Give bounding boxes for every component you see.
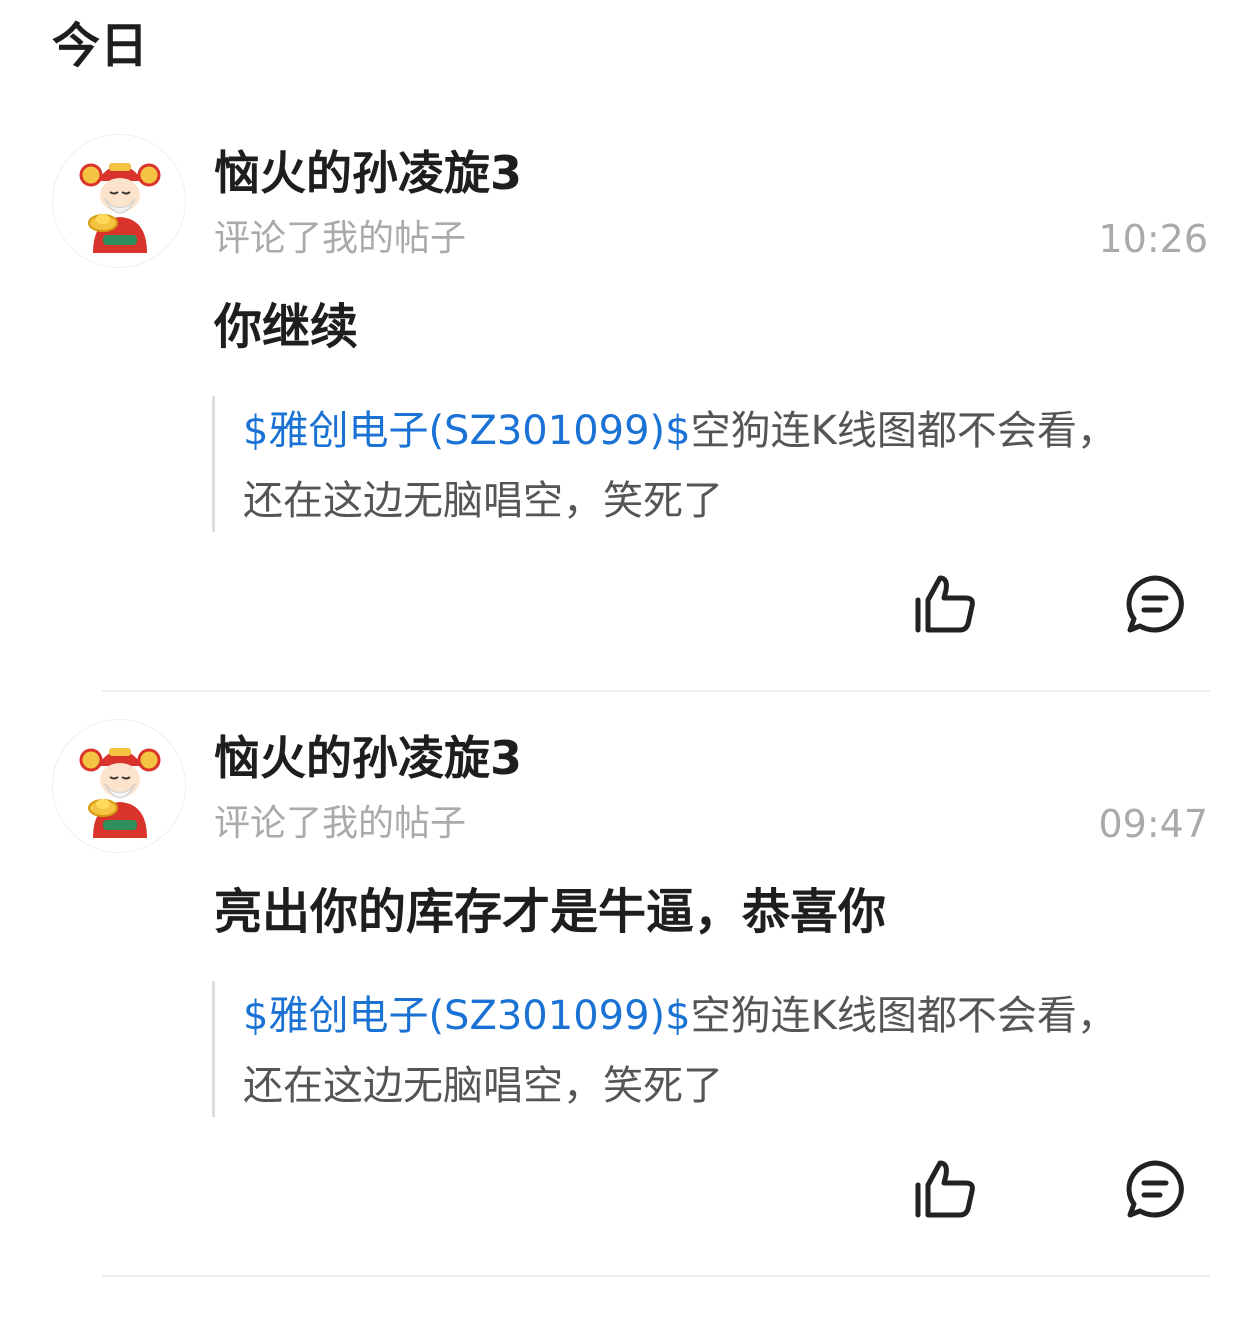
- comment-bubble-icon: [1126, 1160, 1184, 1218]
- notification-item: 恼火的孙凌旋3 评论了我的帖子 09:47 亮出你的库存才是牛逼，恭喜你 $雅创…: [0, 705, 1260, 1291]
- divider: [102, 690, 1210, 692]
- like-button[interactable]: [908, 1157, 980, 1221]
- quoted-post[interactable]: $雅创电子(SZ301099)$空狗连K线图都不会看，还在这边无脑唱空，笑死了: [212, 981, 1156, 1117]
- section-title: 今日: [52, 18, 149, 74]
- thumbs-up-icon: [915, 575, 975, 633]
- user-name[interactable]: 恼火的孙凌旋3: [214, 142, 522, 204]
- notification-item: 恼火的孙凌旋3 评论了我的帖子 10:26 你继续 $雅创电子(SZ301099…: [0, 120, 1260, 706]
- comment-text[interactable]: 你继续: [214, 294, 358, 360]
- divider: [102, 1275, 1210, 1277]
- like-button[interactable]: [908, 572, 980, 636]
- stock-tag-link[interactable]: $雅创电子(SZ301099)$: [243, 993, 691, 1039]
- comment-bubble-icon: [1126, 575, 1184, 633]
- thumbs-up-icon: [915, 1160, 975, 1218]
- god-of-wealth-avatar-icon: [53, 135, 185, 267]
- timestamp: 10:26: [1098, 217, 1208, 261]
- timestamp: 09:47: [1098, 802, 1208, 846]
- avatar[interactable]: [52, 719, 186, 853]
- reply-button[interactable]: [1122, 572, 1188, 636]
- quoted-post[interactable]: $雅创电子(SZ301099)$空狗连K线图都不会看，还在这边无脑唱空，笑死了: [212, 396, 1156, 532]
- action-text: 评论了我的帖子: [214, 218, 467, 259]
- comment-text[interactable]: 亮出你的库存才是牛逼，恭喜你: [214, 879, 886, 945]
- stock-tag-link[interactable]: $雅创电子(SZ301099)$: [243, 408, 691, 454]
- reply-button[interactable]: [1122, 1157, 1188, 1221]
- god-of-wealth-avatar-icon: [53, 720, 185, 852]
- action-text: 评论了我的帖子: [214, 803, 467, 844]
- avatar[interactable]: [52, 134, 186, 268]
- user-name[interactable]: 恼火的孙凌旋3: [214, 727, 522, 789]
